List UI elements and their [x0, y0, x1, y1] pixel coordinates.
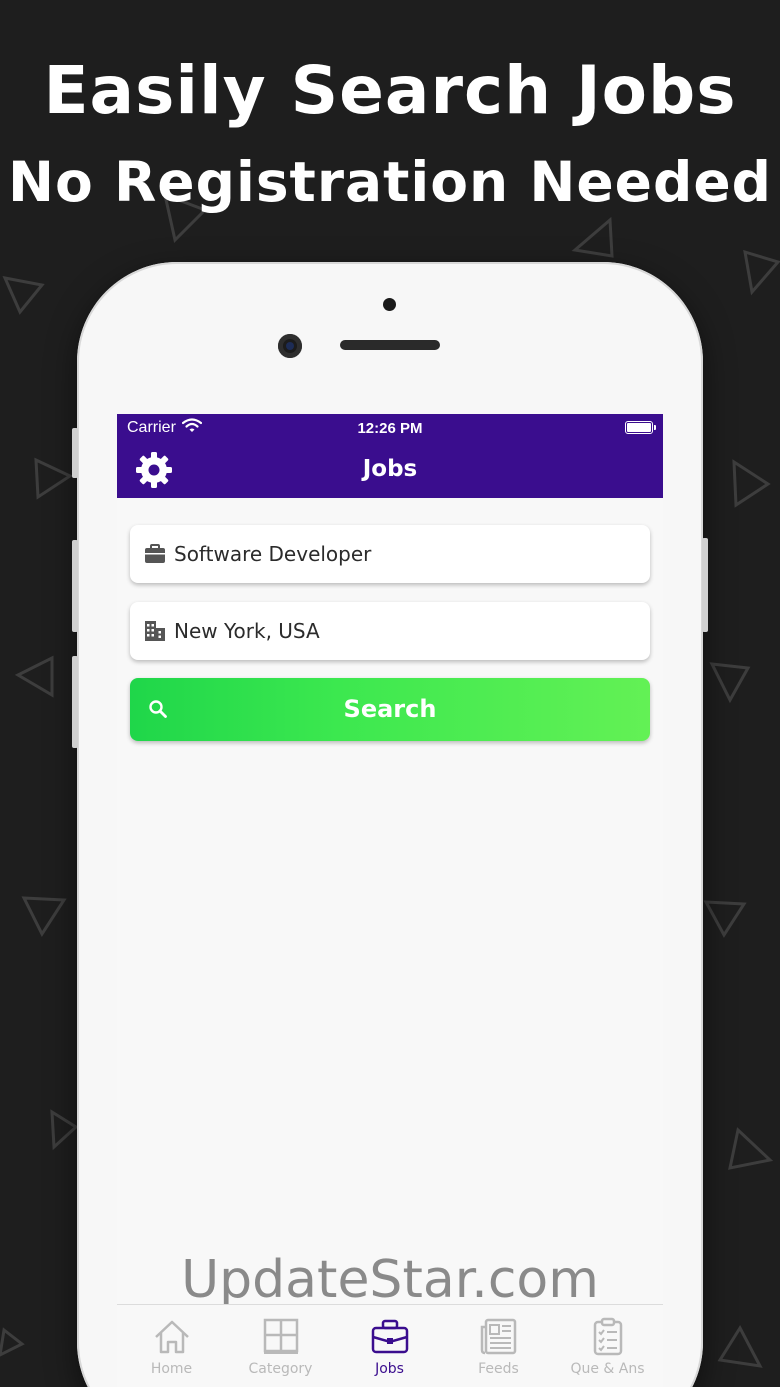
tab-category-label: Category	[248, 1361, 313, 1377]
tab-que-ans[interactable]: Que & Ans	[553, 1317, 662, 1377]
tab-bar: Home Category Jobs Feeds Que & Ans	[117, 1304, 663, 1387]
tab-category[interactable]: Category	[226, 1317, 335, 1377]
tab-jobs[interactable]: Jobs	[335, 1317, 444, 1377]
tab-feeds[interactable]: Feeds	[444, 1317, 553, 1377]
phone-volume-down-button	[72, 656, 78, 748]
tab-home-label: Home	[150, 1361, 193, 1377]
search-button-label: Search	[343, 695, 437, 723]
page-title: Jobs	[362, 456, 418, 482]
location-field[interactable]	[130, 602, 650, 660]
battery-icon	[625, 421, 656, 434]
watermark: UpdateStar.com	[181, 1250, 599, 1310]
newspaper-icon	[480, 1318, 516, 1355]
app-header: Carrier 12:26 PM Jobs	[117, 414, 663, 498]
location-input[interactable]	[174, 612, 634, 650]
tab-feeds-label: Feeds	[478, 1361, 519, 1377]
home-icon	[154, 1320, 189, 1354]
status-bar: Carrier 12:26 PM	[117, 414, 663, 442]
phone-sensor	[383, 298, 396, 311]
phone-earpiece-speaker	[340, 340, 440, 350]
status-time: 12:26 PM	[357, 420, 423, 437]
phone-power-button	[702, 538, 708, 632]
tab-jobs-label: Jobs	[375, 1361, 404, 1377]
tab-home[interactable]: Home	[117, 1317, 226, 1377]
briefcase-icon	[371, 1319, 408, 1354]
tab-que-ans-label: Que & Ans	[570, 1361, 645, 1377]
job-title-input[interactable]	[174, 535, 634, 573]
checklist-icon	[593, 1317, 622, 1356]
phone-volume-up-button	[72, 540, 78, 632]
grid-icon	[263, 1318, 298, 1354]
app-screen: Carrier 12:26 PM Jobs Software Developer…	[117, 414, 663, 1387]
job-title-field[interactable]	[130, 525, 650, 583]
headline-primary: Easily Search Jobs	[43, 52, 737, 129]
building-icon	[145, 621, 165, 641]
phone-mute-switch	[72, 428, 78, 478]
headline-secondary: No Registration Needed	[7, 150, 773, 214]
search-button[interactable]: Search	[130, 678, 650, 741]
phone-front-camera	[278, 334, 302, 358]
briefcase-icon	[145, 544, 165, 563]
